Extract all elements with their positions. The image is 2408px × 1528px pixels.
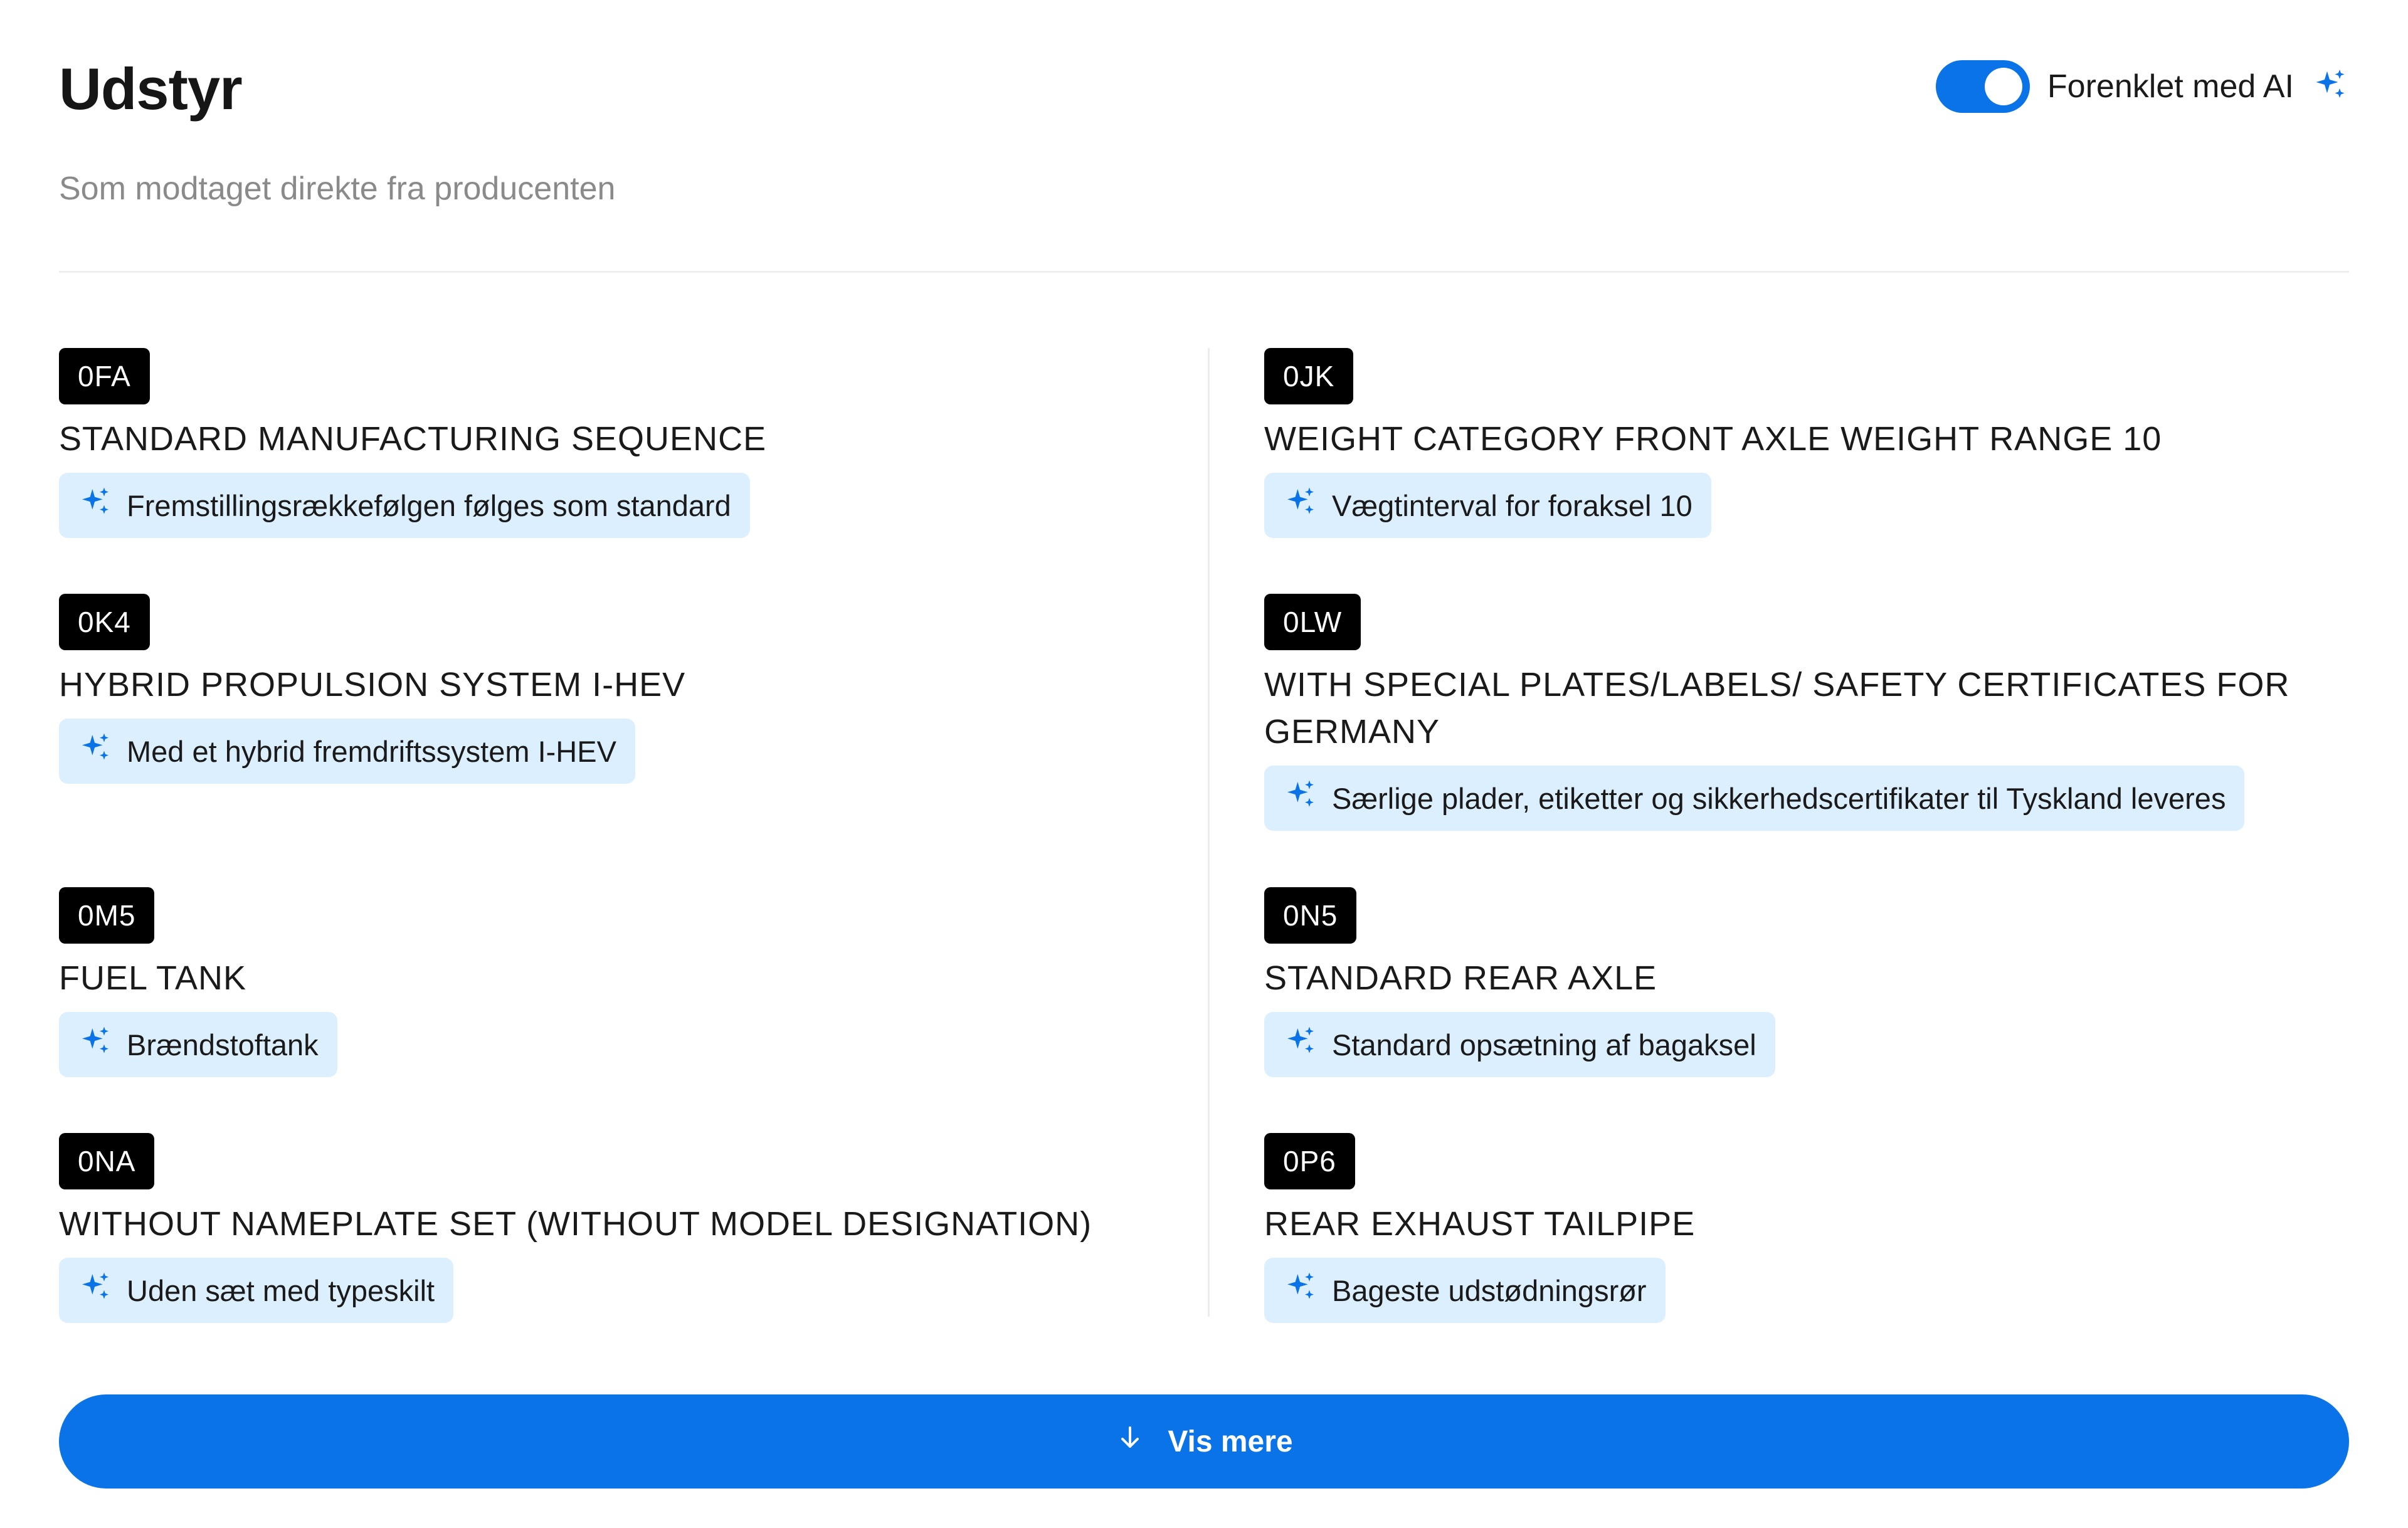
ai-translation-text: Brændstoftank — [127, 1028, 319, 1062]
ai-translation-text: Uden sæt med typeskilt — [127, 1273, 435, 1307]
equipment-name: HYBRID PROPULSION SYSTEM I-HEV — [59, 666, 686, 703]
header-divider — [59, 271, 2349, 273]
equipment-code: 0N5 — [1264, 887, 1357, 944]
equipment-name: STANDARD MANUFACTURING SEQUENCE — [59, 420, 767, 458]
equipment-code: 0JK — [1264, 348, 1354, 404]
ai-translation-chip: Standard opsætning af bagaksel — [1264, 1012, 1775, 1077]
equipment-code: 0K4 — [59, 594, 150, 650]
equipment-name: REAR EXHAUST TAILPIPE — [1264, 1205, 1696, 1243]
equipment-code: 0FA — [59, 348, 150, 404]
equipment-item: 0LW WITH SPECIAL PLATES/LABELS/ SAFETY C… — [1264, 594, 2330, 831]
equipment-grid: 0FA STANDARD MANUFACTURING SEQUENCE Frem… — [59, 348, 2349, 1323]
ai-translation-chip: Fremstillingsrækkefølgen følges som stan… — [59, 473, 750, 538]
ai-translation-text: Vægtinterval for foraksel 10 — [1332, 488, 1692, 522]
show-more-button[interactable]: Vis mere — [59, 1394, 2349, 1488]
ai-translation-text: Fremstillingsrækkefølgen følges som stan… — [127, 488, 731, 522]
equipment-code: 0NA — [59, 1133, 155, 1189]
ai-sparkle-icon — [78, 730, 113, 772]
ai-translation-chip: Særlige plader, etiketter og sikkerhedsc… — [1264, 766, 2245, 831]
equipment-item: 0K4 HYBRID PROPULSION SYSTEM I-HEV Med e… — [59, 594, 685, 784]
equipment-code: 0LW — [1264, 594, 1361, 650]
equipment-name: WITHOUT NAMEPLATE SET (WITHOUT MODEL DES… — [59, 1205, 1092, 1243]
ai-sparkle-icon — [78, 1270, 113, 1312]
ai-translation-text: Standard opsætning af bagaksel — [1332, 1028, 1756, 1062]
ai-simplify-label: Forenklet med AI — [2047, 68, 2294, 105]
arrow-down-icon — [1115, 1423, 1145, 1460]
ai-translation-chip: Med et hybrid fremdriftssystem I-HEV — [59, 719, 635, 784]
ai-translation-chip: Brændstoftank — [59, 1012, 337, 1077]
ai-sparkle-icon — [1283, 1024, 1318, 1066]
equipment-name: STANDARD REAR AXLE — [1264, 959, 1657, 997]
ai-sparkle-icon — [2311, 66, 2349, 107]
equipment-item: 0P6 REAR EXHAUST TAILPIPE Bageste udstød… — [1264, 1133, 1695, 1323]
column-divider — [1208, 348, 1210, 1317]
switch-knob — [1984, 68, 2022, 105]
equipment-code: 0M5 — [59, 887, 155, 944]
equipment-code: 0P6 — [1264, 1133, 1355, 1189]
equipment-item: 0NA WITHOUT NAMEPLATE SET (WITHOUT MODEL… — [59, 1133, 1092, 1323]
equipment-item: 0JK WEIGHT CATEGORY FRONT AXLE WEIGHT RA… — [1264, 348, 2162, 538]
ai-translation-text: Særlige plader, etiketter og sikkerhedsc… — [1332, 781, 2226, 815]
ai-translation-text: Bageste udstødningsrør — [1332, 1273, 1647, 1307]
ai-sparkle-icon — [1283, 777, 1318, 819]
ai-sparkle-icon — [78, 1024, 113, 1066]
equipment-panel: Udstyr Som modtaget direkte fra producen… — [0, 0, 2408, 1528]
page-subtitle: Som modtaget direkte fra producenten — [59, 171, 616, 207]
page-title: Udstyr — [59, 56, 243, 122]
ai-sparkle-icon — [1283, 1270, 1318, 1312]
ai-simplify-switch[interactable] — [1935, 60, 2030, 113]
ai-sparkle-icon — [78, 485, 113, 527]
ai-translation-chip: Vægtinterval for foraksel 10 — [1264, 473, 1711, 538]
ai-translation-chip: Uden sæt med typeskilt — [59, 1258, 454, 1323]
header: Udstyr Som modtaget direkte fra producen… — [59, 44, 2349, 232]
ai-translation-text: Med et hybrid fremdriftssystem I-HEV — [127, 734, 616, 768]
equipment-name: WITH SPECIAL PLATES/LABELS/ SAFETY CERTI… — [1264, 666, 2290, 751]
equipment-item: 0N5 STANDARD REAR AXLE Standard opsætnin… — [1264, 887, 1775, 1077]
equipment-name: FUEL TANK — [59, 959, 247, 997]
ai-translation-chip: Bageste udstødningsrør — [1264, 1258, 1666, 1323]
ai-simplify-toggle-group: Forenklet med AI — [1935, 55, 2349, 118]
show-more-label: Vis mere — [1168, 1425, 1293, 1458]
equipment-item: 0M5 FUEL TANK Brændstoftank — [59, 887, 337, 1077]
equipment-name: WEIGHT CATEGORY FRONT AXLE WEIGHT RANGE … — [1264, 420, 2162, 458]
equipment-item: 0FA STANDARD MANUFACTURING SEQUENCE Frem… — [59, 348, 766, 538]
ai-sparkle-icon — [1283, 485, 1318, 527]
